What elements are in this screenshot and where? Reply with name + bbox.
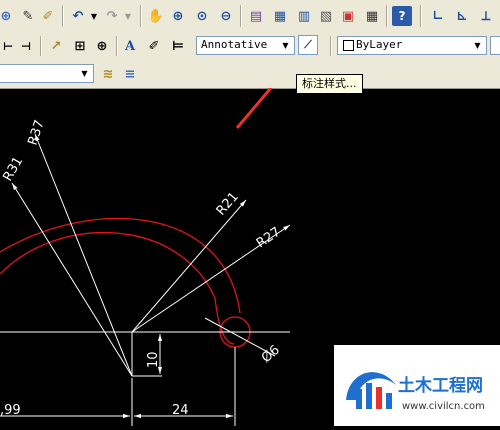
ucs-previous-icon[interactable]: ⟂: [476, 6, 496, 26]
r27-label: R27: [254, 225, 284, 252]
tool-palettes-icon[interactable]: ▥: [294, 6, 314, 26]
toolbar-separator: [116, 36, 118, 56]
toolbar-separator: [386, 5, 388, 27]
dimension-toolbar: ⊢ ⊣ ↗ ⊞ ⊕ A ✐ ⊨ Annotative ▼ ⟋ ByLayer ▼: [0, 32, 500, 61]
orbit-icon[interactable]: ⊕: [0, 6, 16, 26]
zoom-window-icon[interactable]: ⊙: [192, 6, 212, 26]
dim-10-label: 10: [146, 351, 161, 368]
watermark-title: 土木工程网: [398, 375, 483, 396]
r37-label: R37: [26, 118, 48, 147]
standard-toolbar: ⊕ ✎ ✐ ↶ ▼ ↷ ▼ ✋ ⊕ ⊙ ⊖ ▤ ▦ ▥ ▧ ▣ ▦ ? ∟ ⊾ …: [0, 0, 500, 33]
toolbar-separator: [330, 36, 332, 56]
layer-previous-icon[interactable]: ≡: [120, 64, 140, 84]
undo-dropdown-icon[interactable]: ▼: [84, 6, 104, 26]
zoom-previous-icon[interactable]: ⊖: [216, 6, 236, 26]
color-swatch-icon: [343, 40, 354, 51]
quick-leader-icon[interactable]: ↗: [46, 36, 66, 56]
help-icon[interactable]: ?: [392, 6, 412, 26]
r31-label: R31: [0, 154, 26, 184]
dim-99-label: ,99: [0, 403, 21, 418]
dim-continue-icon[interactable]: ⊣: [16, 36, 36, 56]
toolbar-separator: [240, 5, 242, 27]
inner-arc: [0, 231, 216, 299]
toolbar-separator: [140, 5, 142, 27]
dim-text-edit-icon[interactable]: ✐: [144, 36, 164, 56]
r37-leader: [34, 133, 133, 377]
dim-edit-icon[interactable]: A: [120, 36, 140, 56]
sheet-set-icon[interactable]: ▧: [316, 6, 336, 26]
dia6-label: Ø6: [259, 343, 283, 366]
design-center-icon[interactable]: ▦: [270, 6, 290, 26]
match-properties-icon[interactable]: ✐: [38, 6, 58, 26]
annotation-arrow: [235, 88, 273, 129]
layers-toolbar: ▼ ≋ ≡: [0, 60, 500, 89]
annotation-scale-select[interactable]: Annotative ▼: [196, 36, 295, 55]
r21-label: R21: [214, 189, 242, 218]
r31-leader: [11, 182, 133, 377]
chevron-down-icon[interactable]: ▼: [279, 38, 292, 53]
layer-states-icon[interactable]: ≋: [98, 64, 118, 84]
dim-update-icon[interactable]: ⊨: [168, 36, 188, 56]
toolbar-separator: [420, 5, 422, 27]
annotation-scale-value: Annotative: [201, 38, 268, 51]
redo-dropdown-icon[interactable]: ▼: [118, 6, 138, 26]
pan-icon[interactable]: ✋: [146, 6, 166, 26]
chevron-down-icon[interactable]: ▼: [78, 66, 91, 81]
layer-color-value: ByLayer: [356, 38, 403, 51]
ucs-world-icon[interactable]: ⊾: [452, 6, 472, 26]
layer-color-select[interactable]: ByLayer ▼: [337, 36, 487, 55]
center-mark-icon[interactable]: ⊕: [92, 36, 112, 56]
dim-24-label: 24: [172, 403, 189, 418]
dimension-style-icon[interactable]: ⟋: [298, 35, 318, 55]
layer-select[interactable]: ▼: [0, 64, 94, 83]
ucs-icon[interactable]: ∟: [428, 6, 448, 26]
toolbar-separator: [62, 5, 64, 27]
linetype-select[interactable]: [490, 36, 500, 55]
tolerance-icon[interactable]: ⊞: [70, 36, 90, 56]
pencil-icon[interactable]: ✎: [18, 6, 38, 26]
calculator-icon[interactable]: ▦: [362, 6, 382, 26]
watermark-logo: 土木工程网 www.civilcn.com: [334, 345, 500, 426]
toolbar-separator: [40, 36, 42, 56]
markup-icon[interactable]: ▣: [338, 6, 358, 26]
zoom-realtime-icon[interactable]: ⊕: [168, 6, 188, 26]
watermark-url: www.civilcn.com: [402, 401, 485, 412]
outer-arc: [0, 217, 241, 314]
properties-icon[interactable]: ▤: [246, 6, 266, 26]
chevron-down-icon[interactable]: ▼: [471, 38, 484, 53]
